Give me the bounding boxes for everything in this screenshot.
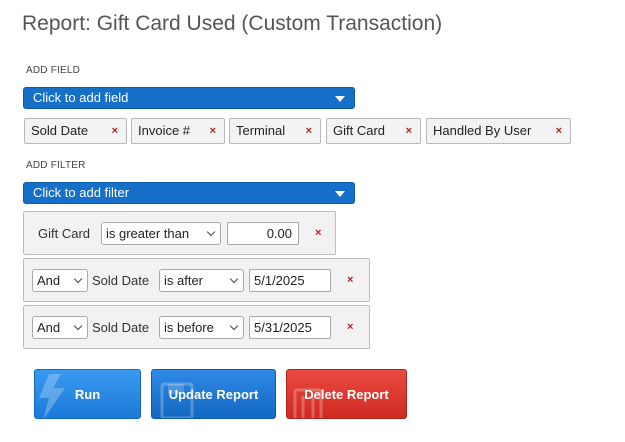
filter-operator-select[interactable]: is greater than [101, 222, 221, 245]
filter-field-label: Gift Card [38, 226, 91, 241]
lightning-icon [39, 374, 65, 418]
filter-field-label: Sold Date [92, 273, 150, 288]
field-chip-terminal: Terminal × [229, 118, 321, 144]
add-filter-dropdown-text: Click to add filter [33, 185, 130, 200]
filter-value-text: 5/1/2025 [254, 273, 305, 288]
field-chip-handled-by-user: Handled By User × [426, 118, 571, 144]
filter-conjunction-select[interactable]: And [32, 269, 88, 292]
remove-icon[interactable]: × [210, 119, 216, 143]
filter-row: And Sold Date is before 5/31/2025 × [23, 305, 370, 349]
field-chip-label: Invoice # [138, 123, 191, 138]
page-title: Report: Gift Card Used (Custom Transacti… [22, 12, 443, 35]
field-chip-label: Handled By User [433, 123, 532, 138]
filter-value-text: 0.00 [266, 226, 292, 241]
caret-down-icon [335, 191, 345, 197]
add-field-label: ADD FIELD [26, 65, 81, 76]
field-chip-invoice: Invoice # × [131, 118, 225, 144]
add-filter-label: ADD FILTER [26, 160, 86, 171]
remove-filter-icon[interactable]: × [347, 269, 353, 292]
filter-row: And Sold Date is after 5/1/2025 × [23, 258, 370, 302]
add-filter-dropdown[interactable]: Click to add filter [23, 182, 355, 204]
chevron-down-icon [229, 321, 239, 331]
filter-value-text: 5/31/2025 [254, 320, 312, 335]
chevron-down-icon [73, 321, 83, 331]
chevron-down-icon [206, 227, 216, 237]
field-chip-label: Sold Date [31, 123, 89, 138]
filter-conjunction-select[interactable]: And [32, 316, 88, 339]
update-report-button[interactable]: Update Report [151, 369, 276, 419]
filter-value-input[interactable]: 0.00 [227, 222, 299, 245]
filter-operator-select[interactable]: is before [159, 316, 244, 339]
caret-down-icon [335, 96, 345, 102]
filter-row: Gift Card is greater than 0.00 × [23, 211, 336, 255]
remove-icon[interactable]: × [306, 119, 312, 143]
filter-operator-value: is before [164, 320, 214, 335]
add-field-dropdown[interactable]: Click to add field [23, 87, 355, 109]
remove-filter-icon[interactable]: × [347, 316, 353, 339]
chevron-down-icon [73, 274, 83, 284]
field-chip-label: Gift Card [333, 123, 386, 138]
run-button-label: Run [74, 386, 101, 402]
remove-filter-icon[interactable]: × [315, 222, 321, 245]
filter-operator-value: is greater than [106, 226, 190, 241]
field-chip-sold-date: Sold Date × [24, 118, 127, 144]
filter-operator-select[interactable]: is after [159, 269, 244, 292]
filter-field-label: Sold Date [92, 320, 150, 335]
delete-report-button[interactable]: Delete Report [286, 369, 407, 419]
filter-value-input[interactable]: 5/31/2025 [249, 316, 331, 339]
filter-operator-value: is after [164, 273, 204, 288]
remove-icon[interactable]: × [406, 119, 412, 143]
filter-conjunction-value: And [37, 320, 61, 335]
field-chip-gift-card: Gift Card × [326, 118, 421, 144]
field-chip-label: Terminal [236, 123, 286, 138]
remove-icon[interactable]: × [112, 119, 118, 143]
chevron-down-icon [229, 274, 239, 284]
filter-conjunction-value: And [37, 273, 61, 288]
delete-report-label: Delete Report [304, 386, 389, 402]
update-report-label: Update Report [168, 386, 259, 402]
filter-value-input[interactable]: 5/1/2025 [249, 269, 331, 292]
add-field-dropdown-text: Click to add field [33, 90, 129, 105]
remove-icon[interactable]: × [556, 119, 562, 143]
run-button[interactable]: Run [34, 369, 141, 419]
